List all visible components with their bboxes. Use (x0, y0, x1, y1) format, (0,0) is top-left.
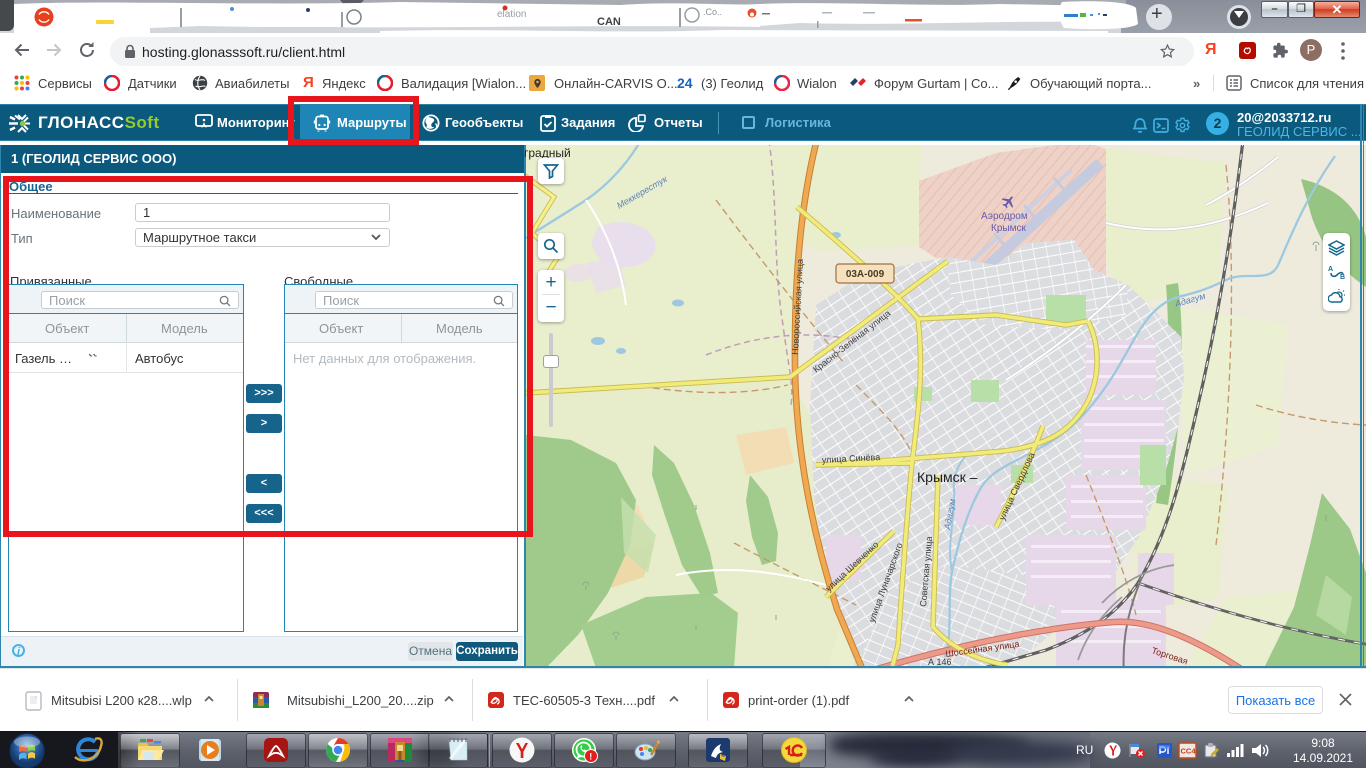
svg-text:CAN: CAN (597, 16, 621, 28)
svg-text:Аэродром: Аэродром (981, 211, 1028, 222)
svg-text:elation: elation (497, 9, 526, 20)
svg-text:Крымск: Крымск (991, 223, 1026, 234)
svg-text:B: B (1340, 274, 1345, 280)
svg-text:Крымск –: Крымск – (917, 469, 978, 485)
svg-text:.Co..: .Co.. (703, 7, 722, 17)
svg-text:!: ! (589, 751, 592, 761)
svg-text:A: A (1328, 266, 1333, 273)
svg-text:CC4: CC4 (1181, 747, 1197, 756)
svg-text:03А-009: 03А-009 (846, 269, 885, 280)
